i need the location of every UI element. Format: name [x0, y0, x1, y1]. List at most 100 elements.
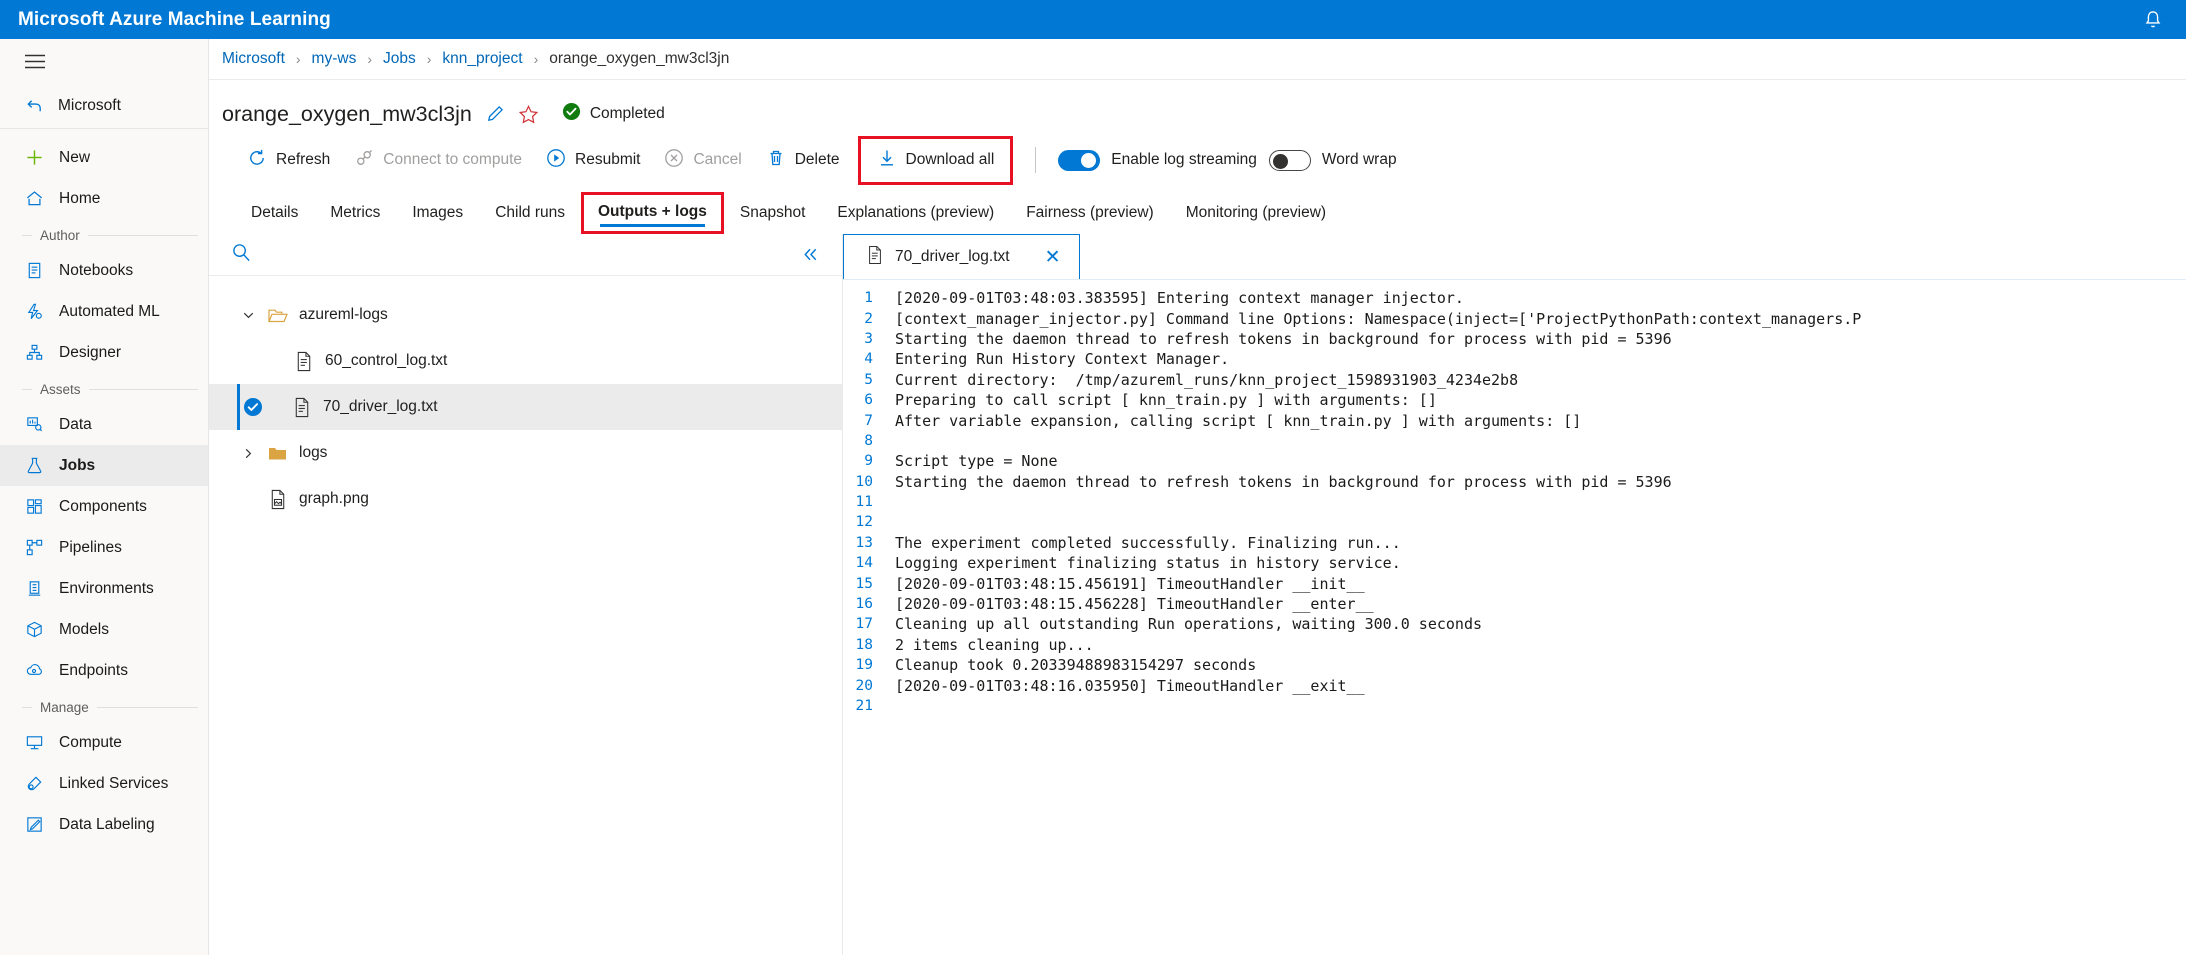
log-line-number: 2 [864, 310, 873, 327]
sidebar-item-new[interactable]: New [0, 137, 208, 178]
log-line-text: [context_manager_injector.py] Command li… [895, 309, 1862, 328]
log-line-number: 16 [855, 596, 873, 613]
log-line-text: After variable expansion, calling script… [895, 411, 1582, 430]
log-line-number: 12 [855, 514, 873, 531]
cancel-button[interactable]: Cancel [652, 139, 753, 182]
folder-open-icon [267, 306, 289, 325]
sidebar-group-label: Author [40, 228, 80, 243]
tree-row-70-driver-log[interactable]: 70_driver_log.txt [209, 384, 842, 430]
log-line: 8 [843, 431, 2186, 451]
breadcrumb-item-my-ws[interactable]: my-ws [312, 50, 357, 68]
tab-snapshot[interactable]: Snapshot [724, 194, 822, 234]
tree-row-logs[interactable]: logs [209, 430, 842, 476]
word-wrap-toggle[interactable]: Word wrap [1263, 149, 1403, 171]
log-line: 11 [843, 492, 2186, 512]
log-line-number: 19 [855, 657, 873, 674]
log-viewer: 70_driver_log.txt ✕ 1 [2020-09-01T03:48:0… [843, 234, 2186, 955]
log-line-text: [2020-09-01T03:48:15.456228] TimeoutHand… [895, 595, 1374, 614]
tab-monitoring[interactable]: Monitoring (preview) [1170, 194, 1342, 234]
log-tab-label: 70_driver_log.txt [895, 248, 1010, 265]
cancel-label: Cancel [693, 151, 742, 168]
log-line-number: 18 [855, 636, 873, 653]
log-line-number: 20 [855, 677, 873, 694]
breadcrumb-item-jobs[interactable]: Jobs [383, 50, 416, 68]
log-tab-70-driver-log[interactable]: 70_driver_log.txt ✕ [843, 234, 1080, 279]
log-line: 13 The experiment completed successfully.… [843, 533, 2186, 553]
breadcrumb-item-knn-project[interactable]: knn_project [442, 50, 522, 68]
log-line: 17 Cleaning up all outstanding Run operat… [843, 614, 2186, 634]
download-all-button[interactable]: Download all [857, 135, 1014, 185]
status-badge: Completed [562, 102, 665, 126]
sidebar-item-linked-services[interactable]: Linked Services [0, 763, 208, 804]
sidebar-item-jobs[interactable]: Jobs [0, 445, 208, 486]
enable-log-streaming-toggle[interactable]: Enable log streaming [1052, 149, 1263, 171]
tab-details[interactable]: Details [235, 194, 314, 234]
plus-icon [24, 147, 45, 168]
sidebar-item-models[interactable]: Models [0, 609, 208, 650]
sidebar-item-label: New [59, 148, 91, 166]
file-image-icon [267, 489, 289, 510]
sidebar-item-compute[interactable]: Compute [0, 722, 208, 763]
star-icon[interactable] [518, 104, 539, 125]
tree-row-azureml-logs[interactable]: azureml-logs [209, 292, 842, 338]
resubmit-button[interactable]: Resubmit [534, 139, 652, 182]
chevron-down-icon[interactable] [239, 308, 257, 323]
breadcrumb-item-current: orange_oxygen_mw3cl3jn [549, 50, 730, 67]
tab-outputs-logs[interactable]: Outputs + logs [580, 192, 724, 234]
tab-metrics[interactable]: Metrics [314, 194, 396, 234]
tree-row-60-control-log[interactable]: 60_control_log.txt [209, 338, 842, 384]
sidebar-item-components[interactable]: Components [0, 486, 208, 527]
tab-fairness[interactable]: Fairness (preview) [1010, 194, 1169, 234]
sidebar-item-notebooks[interactable]: Notebooks [0, 250, 208, 291]
bell-icon[interactable] [2142, 8, 2164, 32]
connect-label: Connect to compute [383, 151, 523, 168]
sidebar-item-automated-ml[interactable]: Automated ML [0, 291, 208, 332]
sidebar-back-microsoft[interactable]: Microsoft [0, 83, 208, 129]
page-title-row: orange_oxygen_mw3cl3jn Completed [209, 80, 2186, 132]
connect-to-compute-button[interactable]: Connect to compute [342, 139, 534, 182]
word-wrap-switch[interactable] [1268, 149, 1311, 171]
sidebar-item-label: Environments [59, 579, 154, 597]
log-line-text: Starting the daemon thread to refresh to… [895, 329, 1672, 348]
chevron-double-left-icon[interactable] [801, 245, 820, 264]
sidebar-toggle[interactable] [0, 39, 208, 83]
log-streaming-label: Enable log streaming [1111, 151, 1257, 168]
check-circle-icon [243, 397, 263, 417]
jobs-icon [24, 455, 45, 476]
breadcrumb-item-microsoft[interactable]: Microsoft [222, 50, 285, 68]
sidebar-item-data[interactable]: Data [0, 404, 208, 445]
command-bar: Refresh Connect to compute Resubmit Canc… [209, 132, 2186, 188]
sidebar-item-data-labeling[interactable]: Data Labeling [0, 804, 208, 845]
breadcrumb-separator: › [295, 51, 301, 67]
sidebar-item-designer[interactable]: Designer [0, 332, 208, 373]
tree-row-graph-png[interactable]: graph.png [209, 476, 842, 522]
sidebar-item-pipelines[interactable]: Pipelines [0, 527, 208, 568]
automated-ml-icon [24, 301, 45, 322]
delete-button[interactable]: Delete [754, 139, 852, 182]
log-line: 4 Entering Run History Context Manager. [843, 349, 2186, 369]
delete-label: Delete [794, 151, 840, 168]
log-line: 10 Starting the daemon thread to refresh … [843, 472, 2186, 492]
sidebar-group-assets: Assets [0, 373, 208, 404]
refresh-button[interactable]: Refresh [235, 139, 342, 182]
sidebar-item-environments[interactable]: Environments [0, 568, 208, 609]
search-icon[interactable] [231, 242, 252, 268]
tab-child-runs[interactable]: Child runs [479, 194, 581, 234]
log-line-number: 6 [864, 392, 873, 409]
folder-icon [267, 444, 289, 463]
sidebar-item-home[interactable]: Home [0, 178, 208, 219]
log-content[interactable]: 1 [2020-09-01T03:48:03.383595] Entering c… [843, 280, 2186, 955]
status-text: Completed [589, 105, 665, 122]
download-icon [877, 148, 897, 173]
close-icon[interactable]: ✕ [1021, 248, 1061, 267]
pencil-icon[interactable] [485, 104, 505, 124]
log-line: 2 [context_manager_injector.py] Command l… [843, 308, 2186, 328]
notebook-icon [24, 260, 45, 281]
tab-explanations[interactable]: Explanations (preview) [821, 194, 1010, 234]
tab-images[interactable]: Images [396, 194, 479, 234]
sidebar-item-endpoints[interactable]: Endpoints [0, 650, 208, 691]
file-text-icon [291, 397, 313, 418]
log-streaming-switch[interactable] [1058, 149, 1101, 171]
chevron-right-icon[interactable] [239, 446, 257, 461]
sidebar-item-label: Pipelines [59, 538, 122, 556]
